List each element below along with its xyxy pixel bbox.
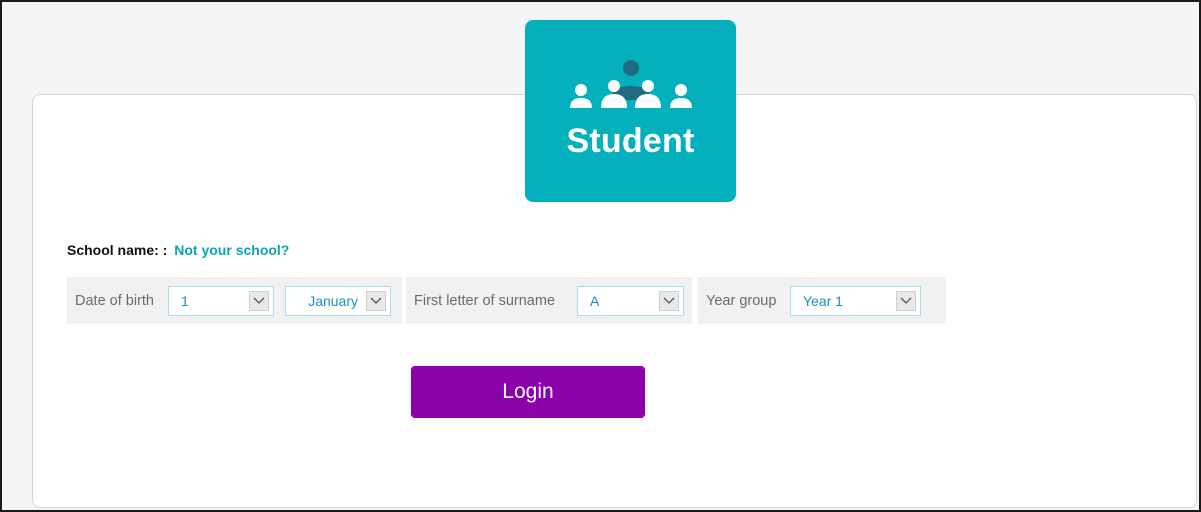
chevron-down-icon[interactable]: [249, 291, 269, 311]
year-group-select[interactable]: Year 1: [790, 286, 921, 316]
surname-group: First letter of surname A: [406, 277, 692, 324]
chevron-down-icon[interactable]: [366, 291, 386, 311]
dob-label: Date of birth: [75, 292, 154, 309]
surname-letter-value: A: [590, 293, 600, 309]
dob-day-value: 1: [181, 293, 189, 309]
dob-month-value: January: [308, 293, 358, 309]
dob-month-select[interactable]: January: [285, 286, 391, 316]
chevron-down-icon[interactable]: [659, 291, 679, 311]
school-name-line: School name: : Not your school?: [67, 242, 289, 258]
year-group-value: Year 1: [803, 293, 843, 309]
year-label: Year group: [706, 292, 777, 309]
surname-label: First letter of surname: [414, 292, 556, 309]
login-button[interactable]: Login: [411, 366, 645, 418]
students-group-icon: [569, 60, 692, 108]
badge-title: Student: [566, 122, 695, 160]
dob-group: Date of birth 1 January: [67, 277, 402, 324]
not-your-school-link[interactable]: Not your school?: [174, 242, 289, 258]
student-badge: Student: [525, 20, 736, 202]
chevron-down-icon[interactable]: [896, 291, 916, 311]
year-group: Year group Year 1: [698, 277, 946, 324]
dob-day-select[interactable]: 1: [168, 286, 274, 316]
page-frame: Student School name: : Not your school? …: [0, 0, 1201, 512]
surname-letter-select[interactable]: A: [577, 286, 684, 316]
school-name-label: School name: :: [67, 242, 168, 258]
